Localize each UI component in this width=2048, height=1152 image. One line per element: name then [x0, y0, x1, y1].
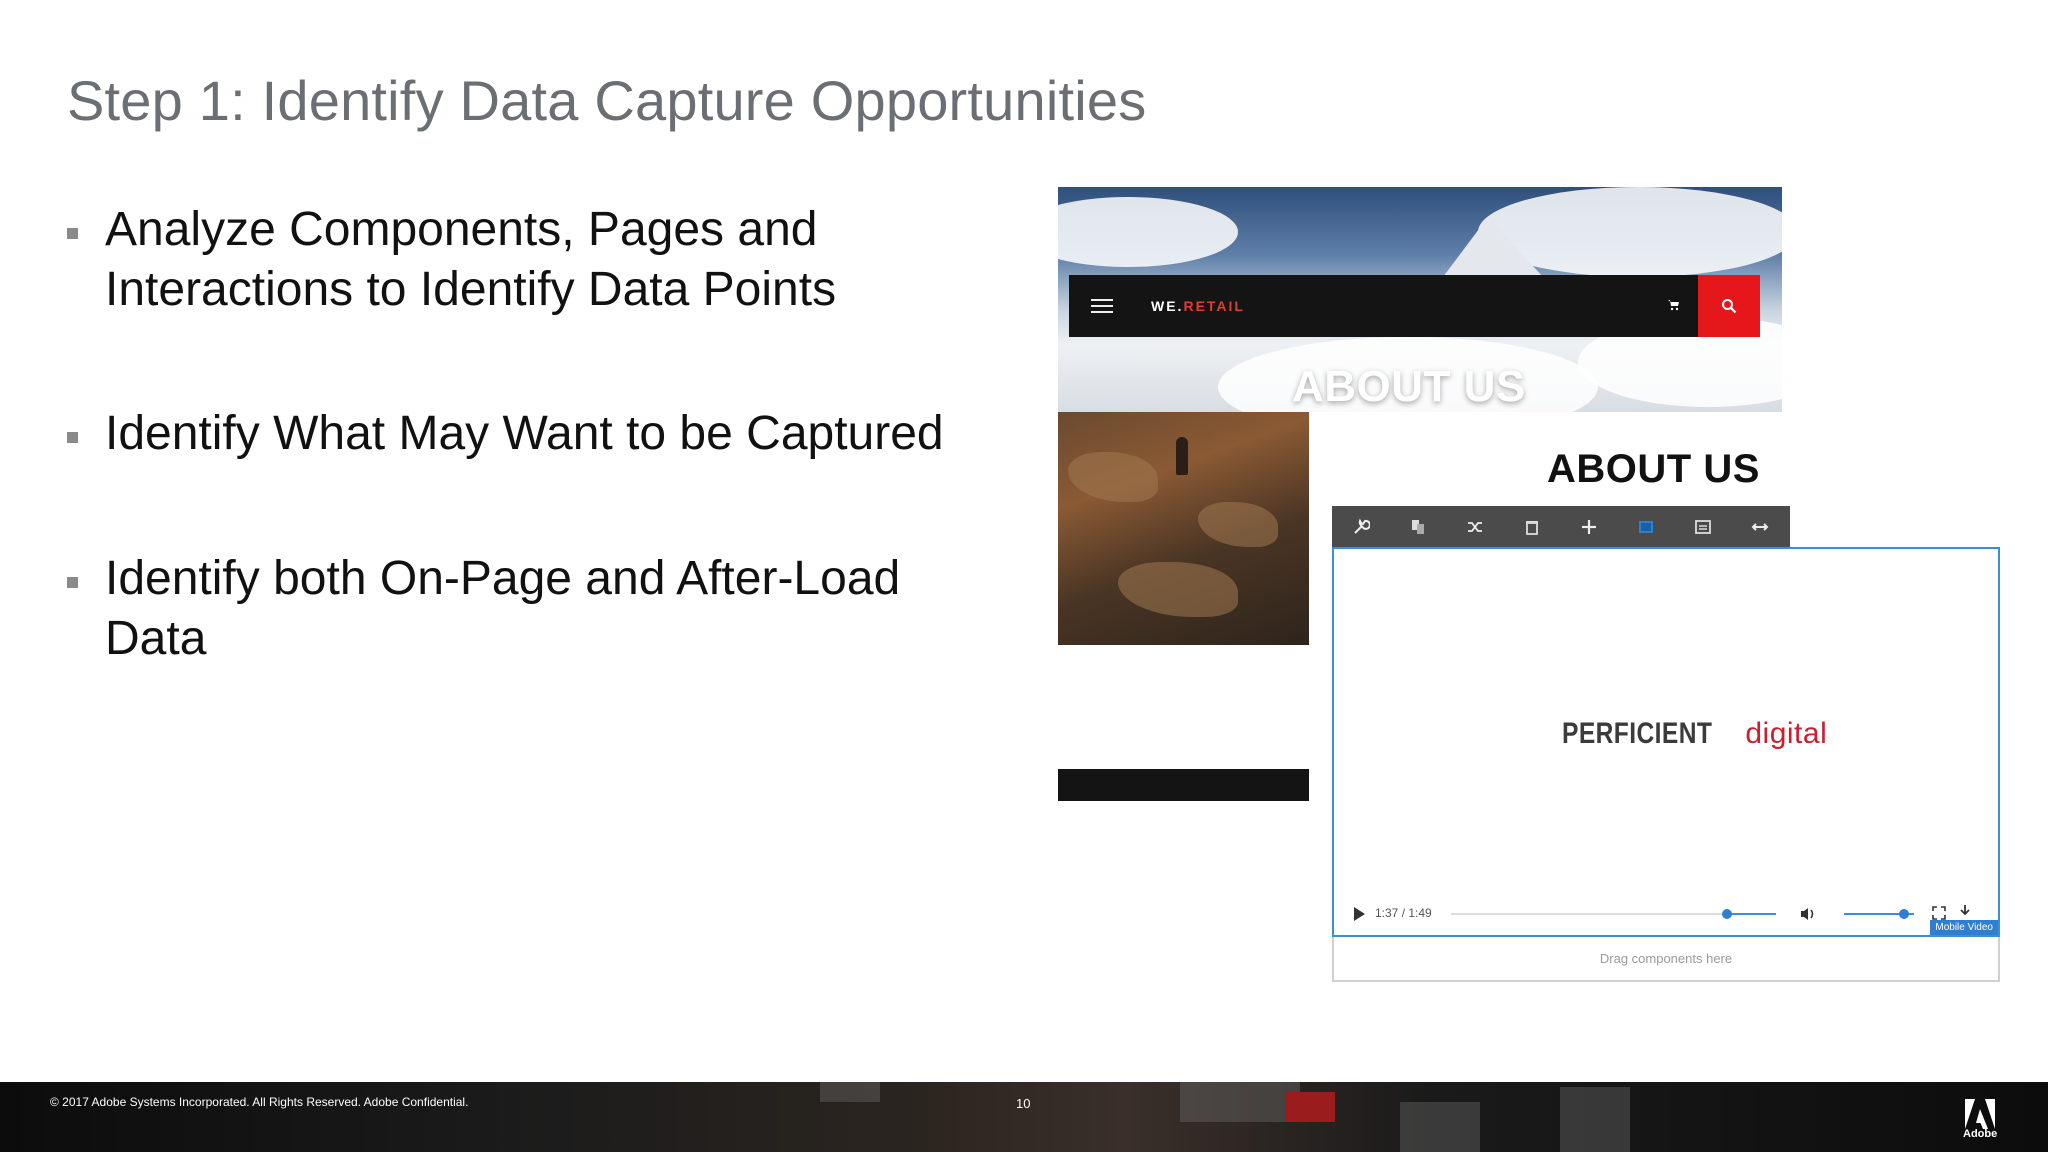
bullet-text: Identify What May Want to be Captured	[105, 407, 944, 460]
shuffle-icon[interactable]	[1446, 506, 1503, 547]
dropzone-text: Drag components here	[1599, 951, 1733, 966]
resize-icon[interactable]	[1731, 506, 1788, 547]
mountain-photo	[1058, 412, 1309, 645]
hiker-figure	[1176, 437, 1188, 475]
menu-icon[interactable]	[1091, 299, 1113, 313]
bullet-item: Identify both On-Page and After-Load Dat…	[67, 549, 965, 669]
cart-icon[interactable]	[1668, 299, 1680, 311]
image-icon[interactable]	[1617, 506, 1674, 547]
site-navbar: WE.RETAIL	[1069, 275, 1698, 337]
bullet-marker	[67, 432, 78, 443]
volume-icon[interactable]	[1799, 905, 1817, 923]
editor-toolbar	[1332, 506, 1790, 547]
hero-heading: ABOUT US	[1292, 362, 1526, 411]
volume-knob[interactable]	[1898, 909, 1909, 919]
layers-icon[interactable]	[1674, 506, 1731, 547]
adobe-wordmark: Adobe	[1963, 1128, 1998, 1140]
wrench-icon[interactable]	[1332, 506, 1389, 547]
page-number: 10	[1016, 1096, 1031, 1111]
page-heading: ABOUT US	[1547, 447, 1760, 491]
copy-icon[interactable]	[1389, 506, 1446, 547]
search-button[interactable]	[1698, 275, 1760, 337]
video-component[interactable]: PERFICIENT digital 1:37 / 1:49 Mobile Vid…	[1332, 547, 2000, 937]
component-dropzone[interactable]: Drag components here	[1332, 937, 2000, 982]
video-controls: 1:37 / 1:49	[1354, 904, 1984, 924]
site-brand[interactable]: WE.RETAIL	[1151, 298, 1245, 314]
bullet-text: Identify both On-Page and After-Load Dat…	[105, 552, 901, 665]
perficient-logo: PERFICIENT digital	[1562, 717, 1828, 750]
site-footer-block	[1058, 769, 1309, 801]
volume-slider[interactable]	[1844, 909, 1914, 919]
copyright-text: © 2017 Adobe Systems Incorporated. All R…	[50, 1095, 469, 1109]
bullet-item: Identify What May Want to be Captured	[67, 404, 1005, 464]
fullscreen-icon[interactable]	[1932, 906, 1946, 920]
bullet-text: Analyze Components, Pages and Interactio…	[105, 203, 837, 316]
plus-icon[interactable]	[1560, 506, 1617, 547]
slide-title: Step 1: Identify Data Capture Opportunit…	[67, 69, 1147, 132]
video-progress-knob[interactable]	[1722, 909, 1733, 919]
bullet-marker	[67, 577, 78, 588]
download-icon[interactable]	[1958, 904, 1972, 918]
bullet-marker	[67, 228, 78, 239]
play-icon[interactable]	[1354, 907, 1365, 921]
slide-footer: © 2017 Adobe Systems Incorporated. All R…	[0, 1082, 2048, 1152]
component-label: Mobile Video	[1930, 920, 1998, 935]
video-time: 1:37 / 1:49	[1375, 906, 1432, 920]
bullet-item: Analyze Components, Pages and Interactio…	[67, 200, 905, 320]
video-progress-track[interactable]	[1451, 909, 1776, 919]
trash-icon[interactable]	[1503, 506, 1560, 547]
search-icon	[1722, 299, 1737, 314]
